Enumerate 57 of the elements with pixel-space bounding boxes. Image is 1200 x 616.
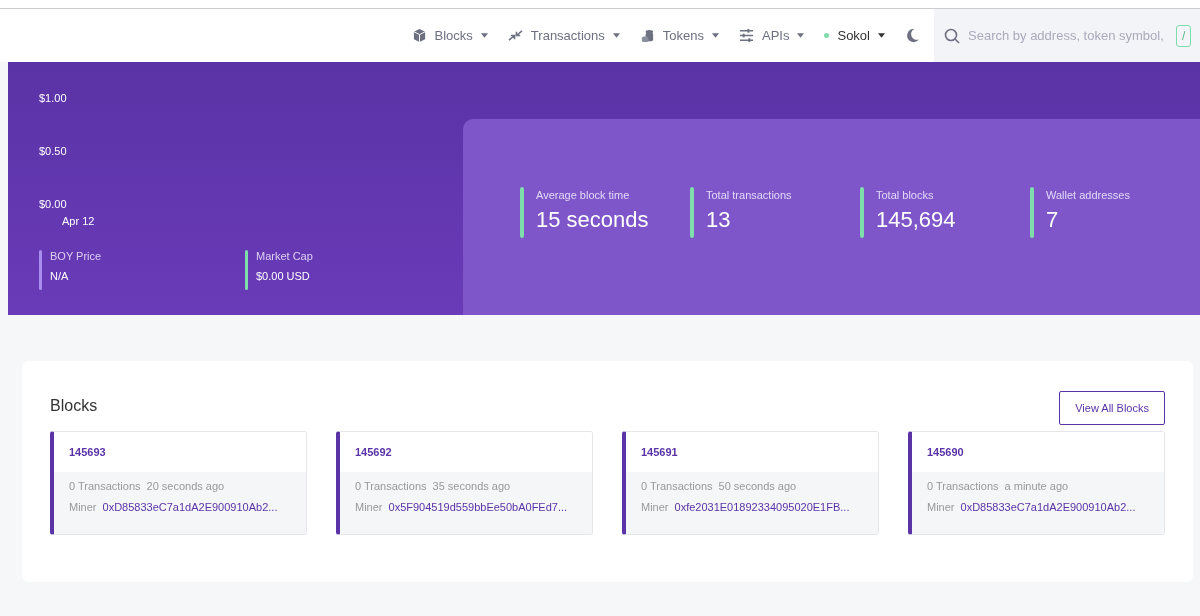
block-age: 35 seconds ago xyxy=(432,480,511,492)
miner-address-link[interactable]: 0x5F904519d559bbEe50bA0FEd7... xyxy=(388,501,568,513)
chart-axis-label: $1.00 xyxy=(39,92,67,105)
nav-menu-link[interactable]: Tokens xyxy=(639,28,719,43)
miner-address-link[interactable]: 0xfe2031E01892334095020E1FB... xyxy=(674,501,850,513)
stat-label: Market Cap xyxy=(256,250,313,262)
caret-icon xyxy=(612,33,620,38)
stat-value: 145,694 xyxy=(876,206,956,233)
nav-menu-link[interactable]: Sokol xyxy=(824,28,885,43)
stat-label: Total blocks xyxy=(876,188,935,201)
transaction-count: 0 Transactions xyxy=(641,480,713,492)
miner-label: Miner xyxy=(927,501,955,513)
dark-mode-moon-icon[interactable] xyxy=(905,27,920,44)
transaction-count: 0 Transactions xyxy=(355,480,427,492)
nav-menu-link[interactable]: Blocks xyxy=(411,28,488,43)
stat-label: Total transactions xyxy=(706,188,792,201)
block-number-link[interactable]: 145691 xyxy=(641,446,678,458)
arrows-icon xyxy=(507,28,523,43)
caret-icon xyxy=(797,33,805,38)
cube-icon xyxy=(411,28,427,43)
sliders-icon xyxy=(739,28,754,43)
keyboard-shortcut-key: / xyxy=(1176,24,1192,47)
section-title: Blocks xyxy=(50,397,98,415)
block-age: a minute ago xyxy=(1004,480,1069,492)
miner-label: Miner xyxy=(69,501,97,513)
stat-label: Wallet addresses xyxy=(1046,188,1130,201)
block-number-link[interactable]: 145693 xyxy=(69,446,106,458)
coins-icon xyxy=(639,28,655,43)
nav-menu-link[interactable]: Transactions xyxy=(507,28,620,43)
chart-axis-label: $0.50 xyxy=(39,145,67,158)
transaction-count: 0 Transactions xyxy=(69,480,141,492)
caret-icon xyxy=(712,33,719,38)
stat-label: Average block time xyxy=(536,188,631,201)
caret-icon xyxy=(878,33,885,38)
block-age: 20 seconds ago xyxy=(146,480,225,492)
block-number-link[interactable]: 145690 xyxy=(927,446,964,458)
stat-value: $0.00 USD xyxy=(256,270,311,282)
miner-label: Miner xyxy=(641,501,669,513)
miner-address-link[interactable]: 0xD85833eC7a1dA2E900910Ab2... xyxy=(102,501,278,513)
view-all-blocks-button[interactable]: View All Blocks xyxy=(1059,391,1165,425)
stat-value: N/A xyxy=(50,270,70,282)
caret-icon xyxy=(480,33,488,38)
stat-value: 13 xyxy=(706,206,732,233)
status-dot xyxy=(824,33,830,38)
block-number-link[interactable]: 145692 xyxy=(355,446,392,458)
nav-menu-link[interactable]: APIs xyxy=(739,28,805,43)
chart-axis-label: $0.00 xyxy=(39,198,67,211)
transaction-count: 0 Transactions xyxy=(927,480,999,492)
miner-address-link[interactable]: 0xD85833eC7a1dA2E900910Ab2... xyxy=(960,501,1136,513)
block-age: 50 seconds ago xyxy=(718,480,797,492)
stat-value: 15 seconds xyxy=(536,206,649,233)
miner-label: Miner xyxy=(355,501,383,513)
stat-value: 7 xyxy=(1046,206,1060,233)
chart-axis-label: Apr 12 xyxy=(62,215,95,228)
search-field[interactable]: Search by address, token symbol, xyxy=(966,27,1170,44)
search-icon xyxy=(944,27,960,44)
stat-label: BOY Price xyxy=(50,250,102,262)
